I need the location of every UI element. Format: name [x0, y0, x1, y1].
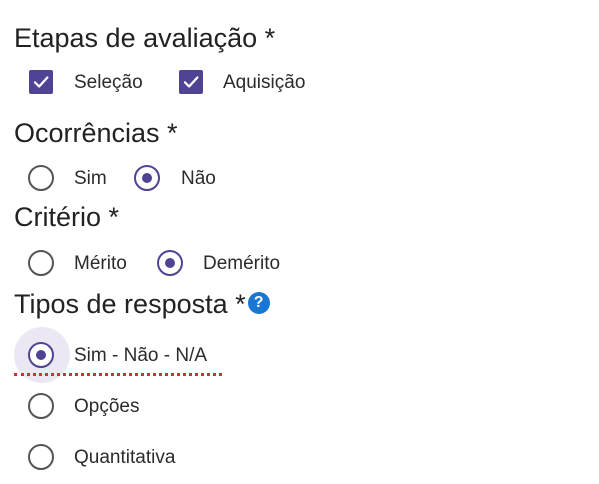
radio-label-opcoes: Opções [74, 395, 140, 417]
radio-checked-icon [28, 342, 54, 368]
radio-tipos-quantitativa[interactable]: Quantitativa [28, 442, 175, 472]
radio-label-nao: Não [181, 167, 216, 189]
checkbox-checked-icon [29, 70, 53, 94]
checkbox-checked-icon [179, 70, 203, 94]
radio-tipos-sim-nao-na[interactable]: Sim - Não - N/A [28, 340, 207, 370]
radio-label-quantitativa: Quantitativa [74, 446, 176, 468]
section-title-ocorrencias: Ocorrências * [14, 118, 178, 148]
section-title-etapas: Etapas de avaliação * [14, 23, 276, 53]
section-title-tipos-text: Tipos de resposta * [14, 289, 246, 319]
radio-unchecked-icon [28, 444, 54, 470]
radio-unchecked-icon [28, 250, 54, 276]
checkbox-label-selecao: Seleção [74, 71, 143, 93]
question-circle-icon[interactable]: ? [247, 292, 270, 314]
section-title-criterio: Critério * [14, 202, 120, 232]
radio-checked-icon [134, 165, 160, 191]
radio-checked-icon [157, 250, 183, 276]
radio-tipos-opcoes[interactable]: Opções [28, 391, 139, 421]
section-title-tipos: Tipos de resposta *? [14, 291, 270, 318]
radio-label-sim: Sim [74, 167, 107, 189]
checkbox-aquisicao[interactable]: Aquisição [179, 67, 305, 97]
radio-unchecked-icon [28, 165, 54, 191]
radio-ocorrencias-nao[interactable]: Não [134, 163, 216, 193]
radio-ocorrencias-sim[interactable]: Sim [28, 163, 107, 193]
error-underline [14, 373, 222, 376]
radio-label-merito: Mérito [74, 252, 127, 274]
checkbox-label-aquisicao: Aquisição [223, 71, 306, 93]
radio-label-sim-nao-na: Sim - Não - N/A [74, 344, 208, 366]
radio-criterio-demerito[interactable]: Demérito [157, 248, 280, 278]
radio-criterio-merito[interactable]: Mérito [28, 248, 127, 278]
radio-label-demerito: Demérito [203, 252, 281, 274]
checkbox-selecao[interactable]: Seleção [29, 67, 143, 97]
radio-unchecked-icon [28, 393, 54, 419]
